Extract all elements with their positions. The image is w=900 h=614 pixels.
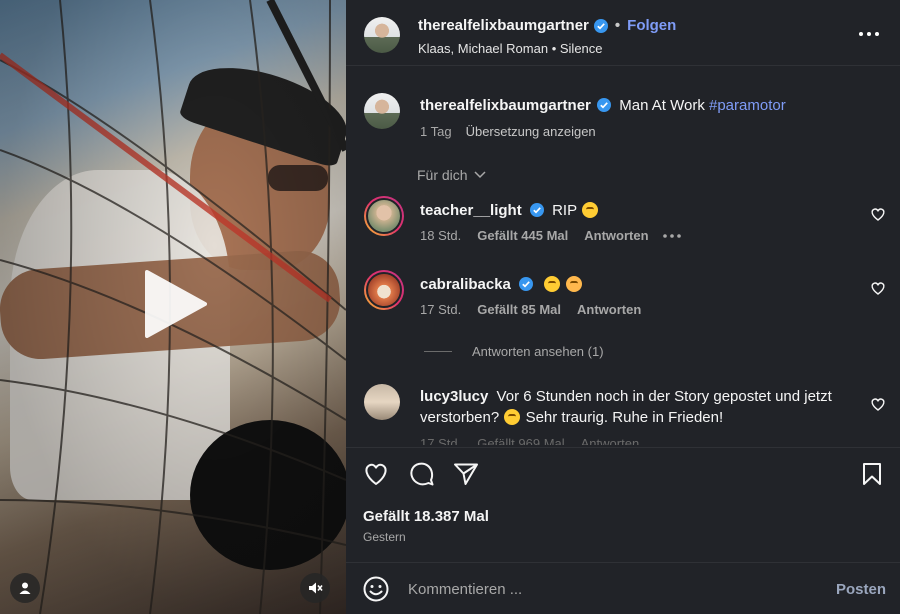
- tagged-users-button[interactable]: [10, 573, 40, 603]
- comment-reply-button[interactable]: Antworten: [581, 436, 640, 445]
- caption-username[interactable]: therealfelixbaumgartner: [420, 97, 591, 114]
- comment-username[interactable]: teacher__light: [420, 202, 522, 219]
- verified-badge-icon: [529, 203, 544, 217]
- comment-text-continued: Sehr traurig. Ruhe in Frieden!: [525, 409, 724, 426]
- comment-avatar[interactable]: [364, 384, 400, 420]
- replies-divider-line: [424, 351, 452, 352]
- comment-sort-dropdown[interactable]: Für dich: [417, 167, 486, 183]
- chevron-down-icon: [474, 171, 486, 179]
- comment-bubble-icon: [410, 462, 434, 486]
- flushed-face-emoji-icon: [544, 276, 561, 292]
- audio-track: Silence: [559, 41, 603, 56]
- comment-reply-button[interactable]: Antworten: [577, 302, 641, 317]
- play-icon: [145, 270, 207, 338]
- caption-hashtag[interactable]: #paramotor: [709, 97, 786, 114]
- header-separator: •: [614, 17, 621, 34]
- comment-like-heart-icon[interactable]: [870, 396, 886, 412]
- muted-speaker-icon: [309, 582, 323, 594]
- more-horizontal-icon: [859, 32, 879, 36]
- comment-composer: Posten: [346, 562, 900, 614]
- comment-like-heart-icon[interactable]: [870, 280, 886, 296]
- share-button[interactable]: [452, 460, 480, 488]
- comment-body: teacher__light RIP: [420, 200, 840, 221]
- audio-separator: •: [551, 41, 557, 56]
- post-video[interactable]: [0, 0, 346, 614]
- post-header: therealfelixbaumgartner • Folgen Klaas, …: [346, 0, 900, 66]
- heart-icon: [365, 463, 387, 485]
- verified-badge-icon: [597, 98, 612, 112]
- mute-toggle[interactable]: [300, 573, 330, 603]
- author-username[interactable]: therealfelixbaumgartner: [418, 17, 589, 34]
- bookmark-icon: [863, 463, 881, 485]
- comment-meta-clipped: 17 Std. Gefällt 969 Mal Antworten: [420, 436, 639, 445]
- caption-avatar[interactable]: [364, 93, 400, 129]
- caption-age: 1 Tag: [420, 124, 452, 139]
- audio-info[interactable]: Klaas, Michael Roman • Silence: [418, 41, 603, 56]
- comment-username[interactable]: lucy3lucy: [420, 388, 488, 405]
- comment-input[interactable]: [408, 577, 808, 601]
- comment-age: 17 Std.: [420, 436, 462, 445]
- send-paper-plane-icon: [454, 463, 478, 485]
- post-date: Gestern: [363, 530, 406, 544]
- view-replies-label: Antworten ansehen (1): [472, 344, 604, 359]
- comment-item: cabralibacka 17 Std. Gefällt 85 Mal Antw…: [346, 270, 900, 330]
- follow-button[interactable]: Folgen: [627, 17, 676, 34]
- comment-avatar[interactable]: [364, 196, 404, 236]
- comment-avatar[interactable]: [364, 270, 404, 310]
- comment-likes[interactable]: Gefällt 969 Mal: [477, 436, 564, 445]
- more-horizontal-icon[interactable]: [662, 233, 681, 238]
- play-button[interactable]: [134, 264, 214, 344]
- audio-artists: Klaas, Michael Roman: [418, 41, 549, 56]
- save-button[interactable]: [858, 460, 886, 488]
- comment-item: lucy3lucy Vor 6 Stunden noch in der Stor…: [346, 384, 900, 444]
- post-caption: therealfelixbaumgartner Man At Work #par…: [420, 97, 786, 114]
- comment-meta: 18 Std. Gefällt 445 Mal Antworten: [420, 228, 681, 243]
- translate-link[interactable]: Übersetzung anzeigen: [466, 124, 596, 139]
- comment-likes[interactable]: Gefällt 85 Mal: [477, 302, 561, 317]
- flushed-face-emoji-icon: [504, 409, 521, 425]
- comment-age: 17 Std.: [420, 302, 462, 317]
- comment-reply-button[interactable]: Antworten: [584, 228, 648, 243]
- comment-like-heart-icon[interactable]: [870, 206, 886, 222]
- comment-meta: 17 Std. Gefällt 85 Mal Antworten: [420, 302, 641, 317]
- comment-item: teacher__light RIP 18 Std. Gefällt 445 M…: [346, 196, 900, 256]
- comment-body: cabralibacka: [420, 274, 840, 295]
- post-likes-count[interactable]: Gefällt 18.387 Mal: [363, 508, 489, 525]
- verified-badge-icon: [519, 277, 534, 291]
- caption-text: Man At Work: [619, 97, 705, 114]
- view-replies-button[interactable]: Antworten ansehen (1): [424, 344, 604, 359]
- comment-age: 18 Std.: [420, 228, 462, 243]
- hugging-face-emoji-icon: [566, 276, 583, 292]
- verified-badge-icon: [593, 18, 608, 33]
- author-line: therealfelixbaumgartner • Folgen: [418, 17, 676, 34]
- comment-body: lucy3lucy Vor 6 Stunden noch in der Stor…: [420, 386, 840, 428]
- post-comment-button[interactable]: Posten: [836, 581, 886, 598]
- like-button[interactable]: [362, 460, 390, 488]
- comment-sort-label: Für dich: [417, 167, 468, 183]
- post-dialog: therealfelixbaumgartner • Folgen Klaas, …: [0, 0, 900, 614]
- comment-username[interactable]: cabralibacka: [420, 276, 511, 293]
- more-options-button[interactable]: [854, 22, 884, 46]
- comment-likes[interactable]: Gefällt 445 Mal: [477, 228, 568, 243]
- post-actions: Gefällt 18.387 Mal Gestern: [346, 447, 900, 555]
- emoji-picker-icon[interactable]: [362, 575, 390, 603]
- post-side-panel: therealfelixbaumgartner • Folgen Klaas, …: [346, 0, 900, 614]
- comment-button[interactable]: [408, 460, 436, 488]
- flushed-face-emoji-icon: [581, 202, 598, 218]
- user-icon: [19, 582, 31, 594]
- caption-meta: 1 Tag Übersetzung anzeigen: [420, 124, 596, 139]
- comment-text: RIP: [552, 202, 577, 219]
- author-avatar[interactable]: [364, 17, 400, 53]
